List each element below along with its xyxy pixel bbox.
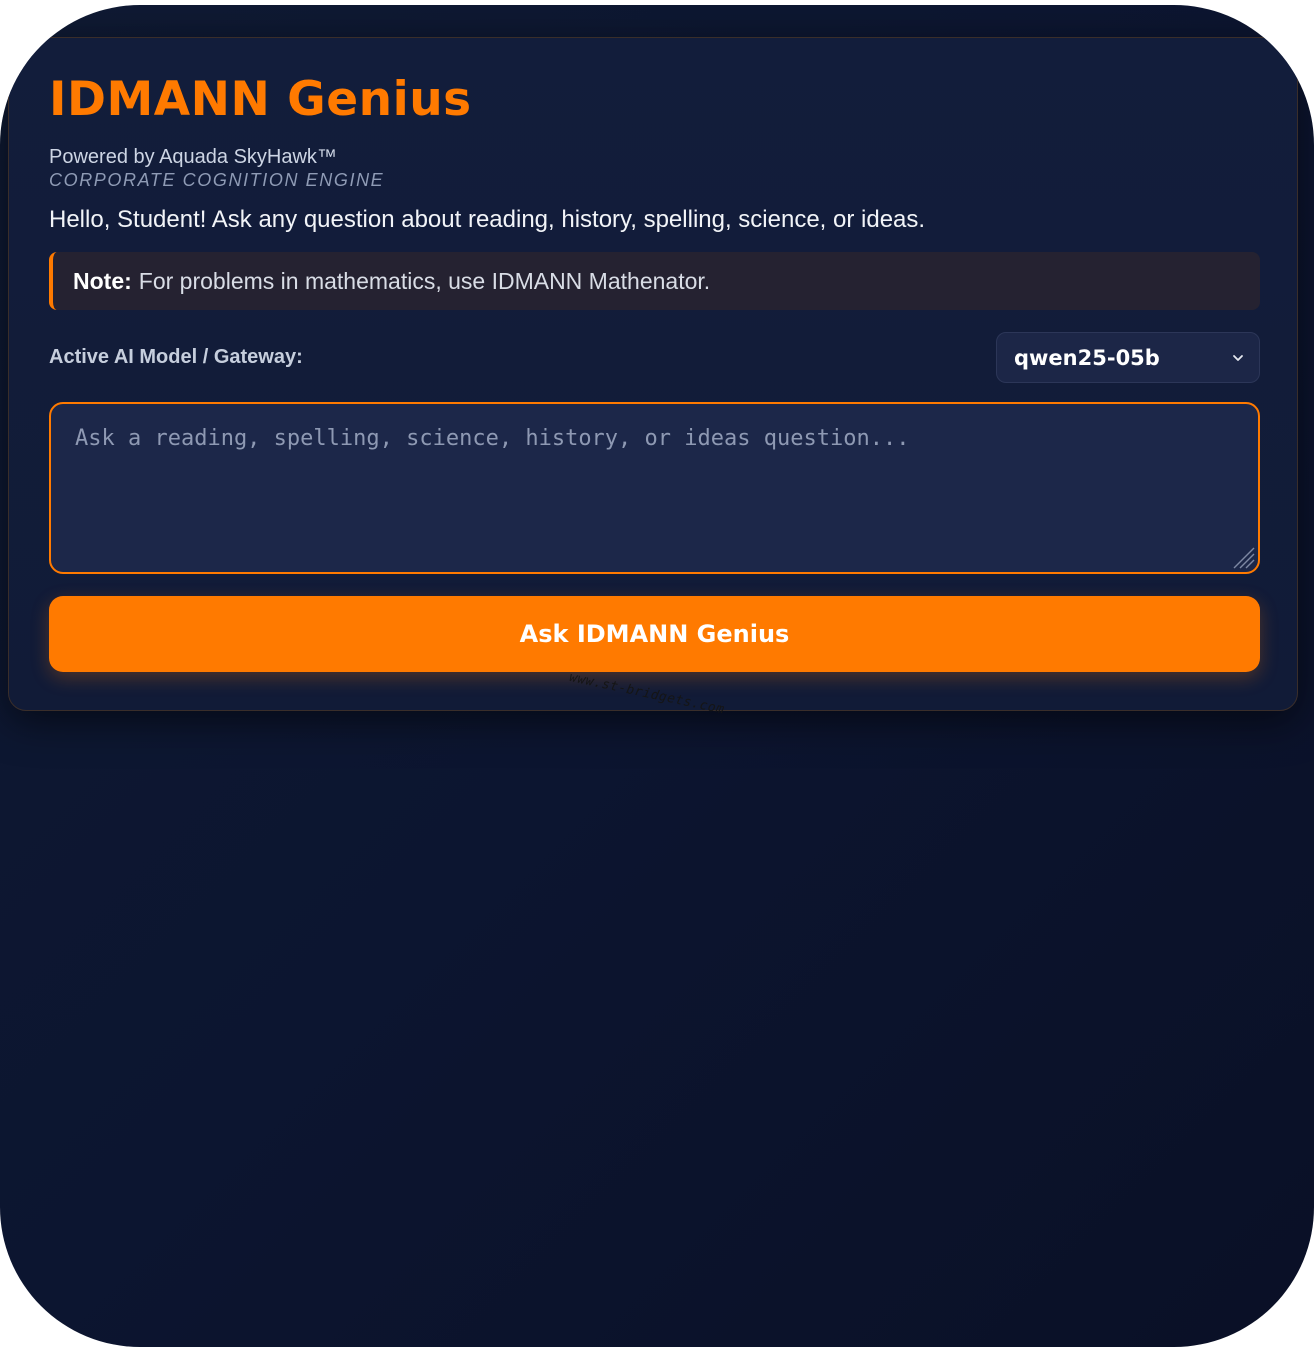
ask-button[interactable]: Ask IDMANN Genius (49, 596, 1260, 672)
watermark-text: www.st-bridgets.com (567, 670, 726, 718)
greeting-text: Hello, Student! Ask any question about r… (49, 206, 926, 233)
question-input[interactable] (49, 402, 1260, 574)
main-card: IDMANN Genius Powered by Aquada SkyHawk™… (8, 37, 1298, 718)
app-frame: IDMANN Genius Powered by Aquada SkyHawk™… (0, 5, 1314, 1347)
engine-tagline: CORPORATE COGNITION ENGINE (49, 170, 385, 190)
resize-grip-icon[interactable] (1230, 544, 1256, 570)
note-text: For problems in mathematics, use IDMANN … (138, 267, 711, 294)
model-select[interactable]: qwen25-05b (996, 332, 1260, 383)
math-note-banner: Note: For problems in mathematics, use I… (49, 252, 1260, 310)
model-label: Active AI Model / Gateway: (49, 346, 303, 368)
chevron-down-icon (1233, 354, 1243, 361)
powered-by-text: Powered by Aquada SkyHawk™ (49, 146, 337, 168)
model-select-value: qwen25-05b (1014, 345, 1160, 370)
note-label: Note: (73, 267, 132, 294)
page-title: IDMANN Genius (49, 72, 472, 127)
